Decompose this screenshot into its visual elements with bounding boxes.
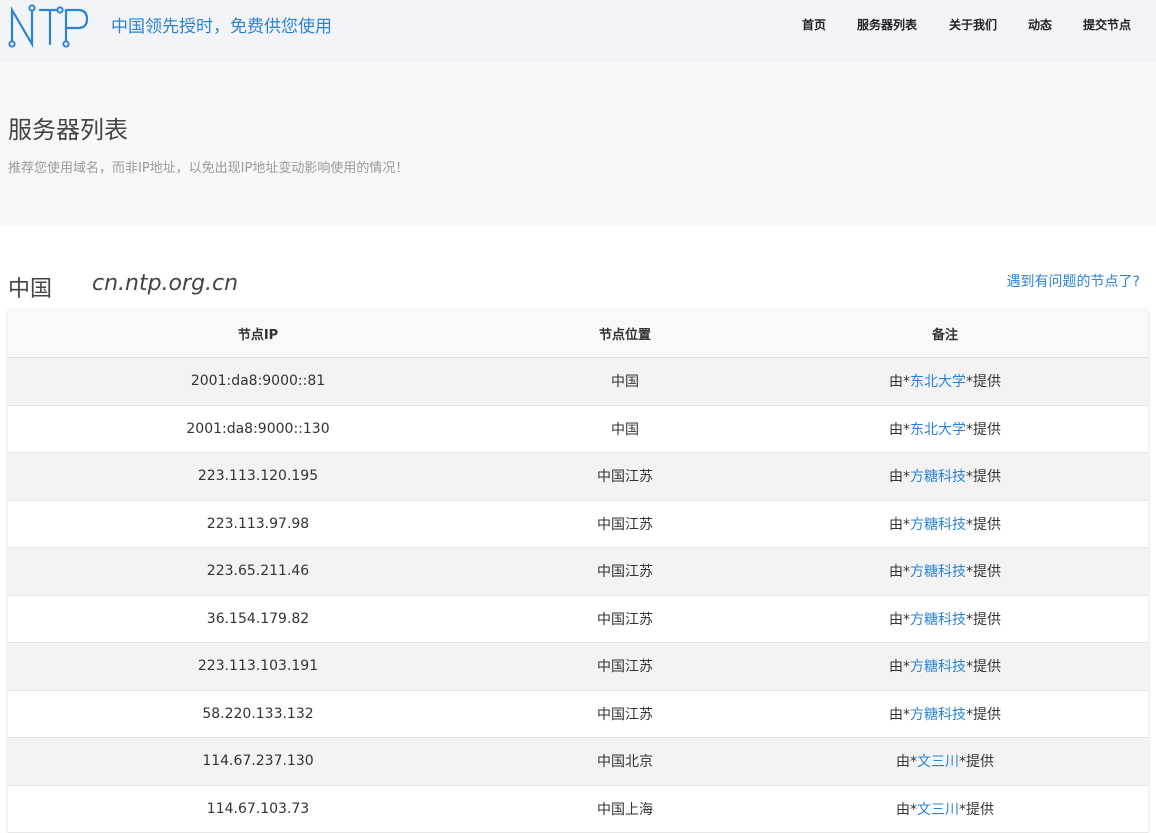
node-ip: 223.65.211.46 [206, 563, 310, 580]
note-prefix: 由* [889, 374, 910, 391]
node-note: 由* 方糖科技 *提供 [742, 548, 1148, 595]
node-note: 由* 东北大学 *提供 [742, 358, 1148, 405]
table-row: 36.154.179.82 中国江苏 由* 方糖科技 *提供 [8, 595, 1148, 643]
note-suffix: *提供 [966, 706, 1001, 723]
provider-link[interactable]: 方糖科技 [910, 561, 966, 581]
nav-news[interactable]: 动态 [1028, 16, 1052, 33]
note-prefix: 由* [889, 611, 910, 628]
node-note: 由* 文三川 *提供 [742, 786, 1148, 833]
table-row: 2001:da8:9000::81 中国 由* 东北大学 *提供 [8, 358, 1148, 406]
node-note: 由* 方糖科技 *提供 [742, 453, 1148, 500]
page-title: 服务器列表 [8, 116, 128, 144]
nav-submit-node[interactable]: 提交节点 [1083, 16, 1131, 33]
provider-link[interactable]: 文三川 [917, 799, 959, 819]
node-ip: 114.67.237.130 [202, 753, 314, 770]
region-domain: cn.ntp.org.cn [92, 271, 239, 296]
table-header: 节点IP 节点位置 备注 [8, 310, 1148, 358]
report-issue-link[interactable]: 遇到有问题的节点了? [1007, 271, 1140, 291]
note-suffix: *提供 [966, 516, 1001, 533]
node-location: 中国江苏 [597, 706, 653, 723]
header-note: 备注 [931, 328, 958, 343]
node-location: 中国江苏 [597, 516, 653, 533]
node-ip: 2001:da8:9000::130 [186, 420, 330, 437]
table-row: 223.113.97.98 中国江苏 由* 方糖科技 *提供 [8, 500, 1148, 548]
table-row: 114.67.103.73 中国上海 由* 文三川 *提供 [8, 785, 1148, 833]
table-row: 114.67.237.130 中国北京 由* 文三川 *提供 [8, 738, 1148, 786]
note-prefix: 由* [889, 564, 910, 581]
node-ip: 223.113.120.195 [197, 468, 319, 485]
node-note: 由* 文三川 *提供 [742, 738, 1148, 785]
note-prefix: 由* [889, 706, 910, 723]
note-prefix: 由* [889, 516, 910, 533]
provider-link[interactable]: 文三川 [917, 751, 959, 771]
note-suffix: *提供 [966, 421, 1001, 438]
note-suffix: *提供 [966, 469, 1001, 486]
site-tagline: 中国领先授时，免费供您使用 [111, 17, 332, 37]
table-row: 223.65.211.46 中国江苏 由* 方糖科技 *提供 [8, 548, 1148, 596]
header-ip: 节点IP [237, 328, 279, 343]
node-location: 中国上海 [597, 801, 653, 818]
table-body: 2001:da8:9000::81 中国 由* 东北大学 *提供 2001:da8:900… [8, 358, 1148, 833]
note-suffix: *提供 [966, 659, 1001, 676]
note-suffix: *提供 [959, 801, 994, 818]
node-note: 由* 东北大学 *提供 [742, 406, 1148, 453]
nav-about[interactable]: 关于我们 [949, 16, 997, 33]
ntp-logo-icon[interactable] [8, 4, 90, 48]
region-name: 中国 [8, 277, 53, 302]
note-suffix: *提供 [966, 374, 1001, 391]
provider-link[interactable]: 方糖科技 [910, 656, 966, 676]
table-row: 58.220.133.132 中国江苏 由* 方糖科技 *提供 [8, 690, 1148, 738]
table-row: 223.113.103.191 中国江苏 由* 方糖科技 *提供 [8, 643, 1148, 691]
node-location: 中国江苏 [597, 659, 653, 676]
node-ip: 36.154.179.82 [206, 610, 310, 627]
node-note: 由* 方糖科技 *提供 [742, 501, 1148, 548]
node-ip: 114.67.103.73 [206, 800, 310, 817]
provider-link[interactable]: 方糖科技 [910, 466, 966, 486]
provider-link[interactable]: 方糖科技 [910, 514, 966, 534]
node-location: 中国江苏 [597, 469, 653, 486]
node-location: 中国 [611, 421, 639, 438]
note-prefix: 由* [896, 754, 917, 771]
note-prefix: 由* [896, 801, 917, 818]
node-note: 由* 方糖科技 *提供 [742, 596, 1148, 643]
note-suffix: *提供 [966, 564, 1001, 581]
header-location: 节点位置 [598, 328, 651, 343]
note-prefix: 由* [889, 421, 910, 438]
node-note: 由* 方糖科技 *提供 [742, 643, 1148, 690]
node-location: 中国 [611, 374, 639, 391]
table-row: 2001:da8:9000::130 中国 由* 东北大学 *提供 [8, 405, 1148, 453]
top-navbar: 中国领先授时，免费供您使用 首页 服务器列表 关于我们 动态 提交节点 [0, 0, 1156, 62]
table-row: 223.113.120.195 中国江苏 由* 方糖科技 *提供 [8, 453, 1148, 501]
page-subtitle: 推荐您使用域名，而非IP地址，以免出现IP地址变动影响使用的情况！ [8, 161, 409, 176]
node-ip: 223.113.103.191 [197, 658, 319, 675]
nav-home[interactable]: 首页 [802, 16, 826, 33]
node-ip: 223.113.97.98 [206, 515, 310, 532]
provider-link[interactable]: 方糖科技 [910, 609, 966, 629]
provider-link[interactable]: 东北大学 [910, 419, 966, 439]
provider-link[interactable]: 方糖科技 [910, 704, 966, 724]
node-location: 中国北京 [597, 754, 653, 771]
server-table: 节点IP 节点位置 备注 2001:da8:9000::81 中国 由* 东北大学 *提… [8, 310, 1148, 833]
provider-link[interactable]: 东北大学 [910, 371, 966, 391]
node-location: 中国江苏 [597, 564, 653, 581]
note-suffix: *提供 [966, 611, 1001, 628]
note-prefix: 由* [889, 659, 910, 676]
hero-section: 服务器列表 推荐您使用域名，而非IP地址，以免出现IP地址变动影响使用的情况！ [0, 62, 1156, 226]
node-note: 由* 方糖科技 *提供 [742, 691, 1148, 738]
note-suffix: *提供 [959, 754, 994, 771]
note-prefix: 由* [889, 469, 910, 486]
node-ip: 2001:da8:9000::81 [190, 373, 326, 390]
node-ip: 58.220.133.132 [202, 705, 314, 722]
nav-server-list[interactable]: 服务器列表 [857, 16, 917, 33]
node-location: 中国江苏 [597, 611, 653, 628]
